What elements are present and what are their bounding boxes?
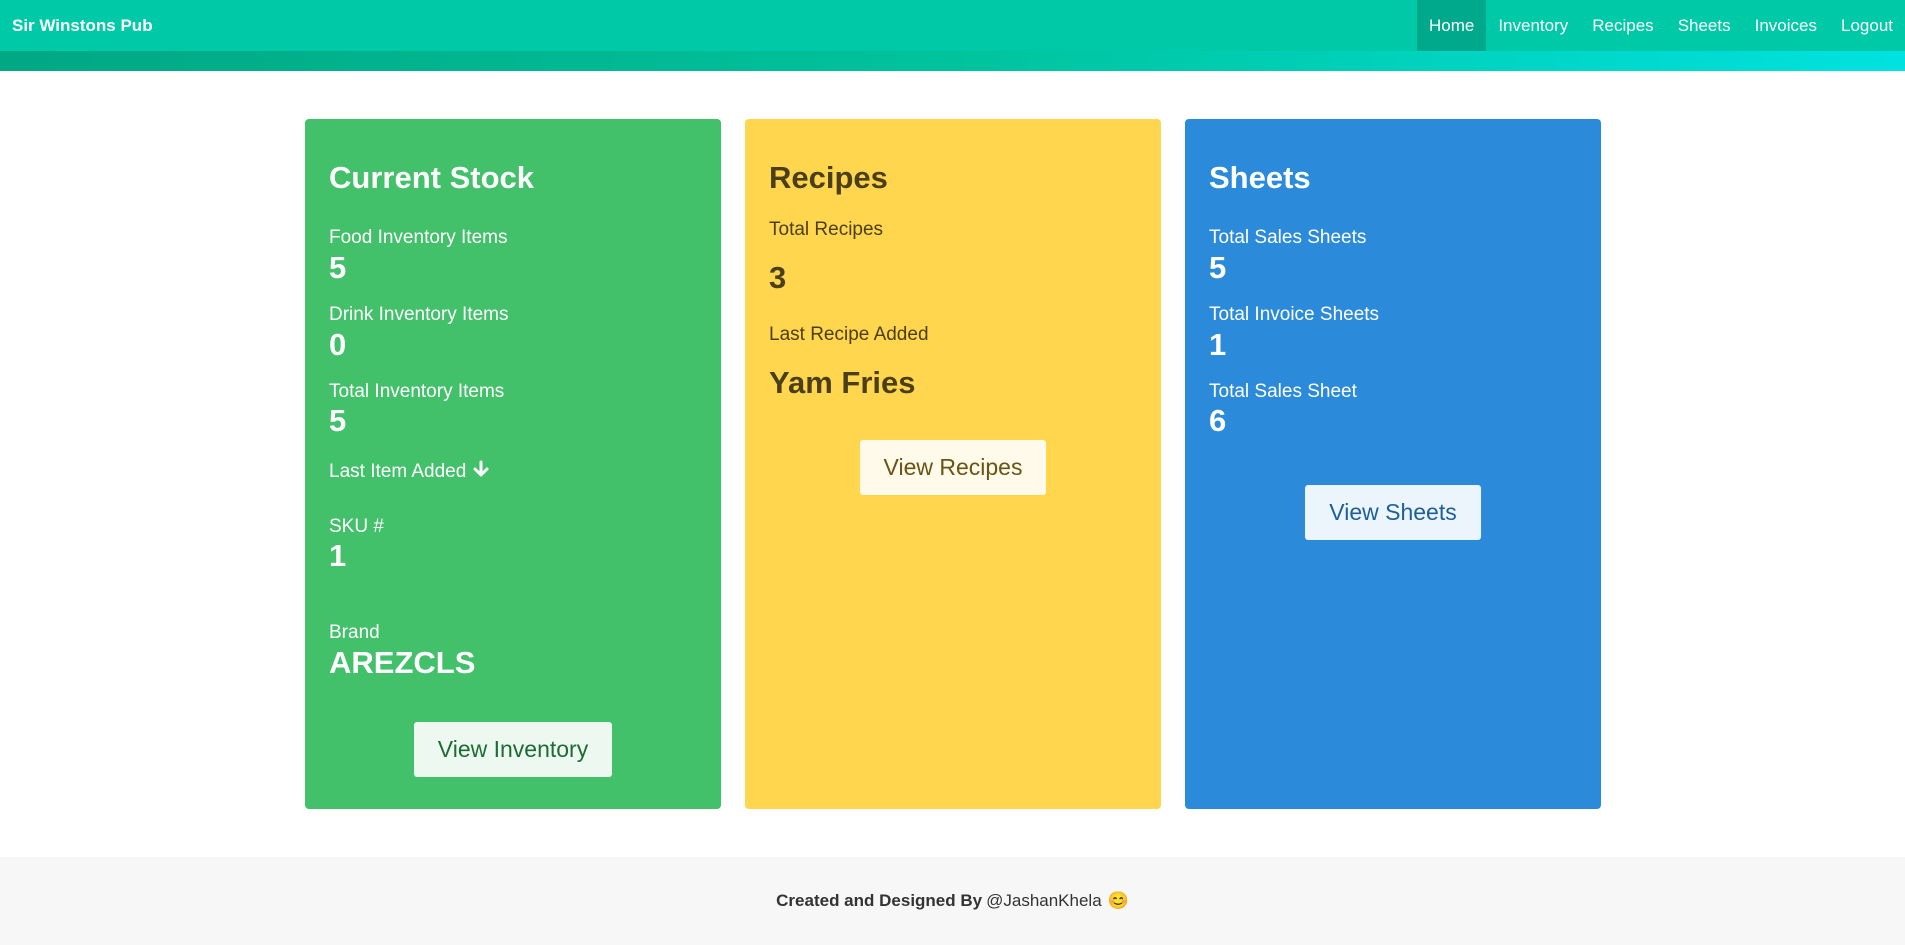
last-recipe-label: Last Recipe Added <box>769 323 929 345</box>
arrow-down-icon <box>472 459 490 485</box>
view-sheets-button[interactable]: View Sheets <box>1305 484 1481 540</box>
last-item-label: Last Item Added <box>329 460 467 482</box>
nav-sheets[interactable]: Sheets <box>1666 0 1743 51</box>
nav-recipes[interactable]: Recipes <box>1580 0 1665 51</box>
sku-label: SKU # <box>329 515 384 537</box>
total-sales-sheet-value: 6 <box>1209 403 1227 439</box>
view-inventory-wrap: View Inventory <box>329 722 697 778</box>
nav-logout[interactable]: Logout <box>1829 0 1905 51</box>
sheets-title: Sheets <box>1209 160 1311 195</box>
brand-value: AREZCLS <box>329 645 476 680</box>
current-stock-title: Current Stock <box>329 160 534 195</box>
footer-author: @JashanKhela <box>986 891 1102 910</box>
food-inventory-value: 5 <box>329 249 347 285</box>
navbar: Sir Winstons Pub Home Inventory Recipes … <box>0 0 1905 51</box>
recipes-title: Recipes <box>769 160 888 195</box>
drink-inventory-value: 0 <box>329 326 347 362</box>
header-gradient-strip <box>0 51 1905 71</box>
sheets-card: Sheets Total Sales Sheets 5 Total Invoic… <box>1185 119 1601 809</box>
view-recipes-wrap: View Recipes <box>769 439 1137 495</box>
total-inventory-value: 5 <box>329 403 347 439</box>
sku-value: 1 <box>329 538 347 574</box>
footer: Created and Designed By @JashanKhela 😊 <box>0 857 1905 945</box>
smile-icon: 😊 <box>1107 891 1129 910</box>
last-item-added: Last Item Added <box>329 459 697 485</box>
nav-menu: Home Inventory Recipes Sheets Invoices L… <box>1416 0 1905 51</box>
view-sheets-wrap: View Sheets <box>1209 484 1577 540</box>
nav-invoices[interactable]: Invoices <box>1743 0 1829 51</box>
nav-home[interactable]: Home <box>1416 0 1487 51</box>
last-recipe-value: Yam Fries <box>769 364 916 400</box>
total-sales-sheets-value: 5 <box>1209 249 1227 285</box>
total-recipes-label: Total Recipes <box>769 219 884 241</box>
nav-inventory[interactable]: Inventory <box>1486 0 1580 51</box>
total-sales-sheet-label: Total Sales Sheet <box>1209 380 1357 402</box>
brand-link[interactable]: Sir Winstons Pub <box>0 16 153 36</box>
view-inventory-button[interactable]: View Inventory <box>413 722 613 778</box>
total-inventory-label: Total Inventory Items <box>329 380 505 402</box>
brand-label: Brand <box>329 622 380 644</box>
footer-prefix: Created and Designed By <box>776 891 983 910</box>
recipes-card: Recipes Total Recipes 3 Last Recipe Adde… <box>745 119 1161 809</box>
total-recipes-value: 3 <box>769 259 787 295</box>
food-inventory-label: Food Inventory Items <box>329 227 508 249</box>
total-invoice-sheets-label: Total Invoice Sheets <box>1209 303 1380 325</box>
total-sales-sheets-label: Total Sales Sheets <box>1209 227 1367 249</box>
total-invoice-sheets-value: 1 <box>1209 326 1227 362</box>
current-stock-card: Current Stock Food Inventory Items 5 Dri… <box>305 119 721 809</box>
drink-inventory-label: Drink Inventory Items <box>329 303 509 325</box>
view-recipes-button[interactable]: View Recipes <box>859 439 1047 495</box>
